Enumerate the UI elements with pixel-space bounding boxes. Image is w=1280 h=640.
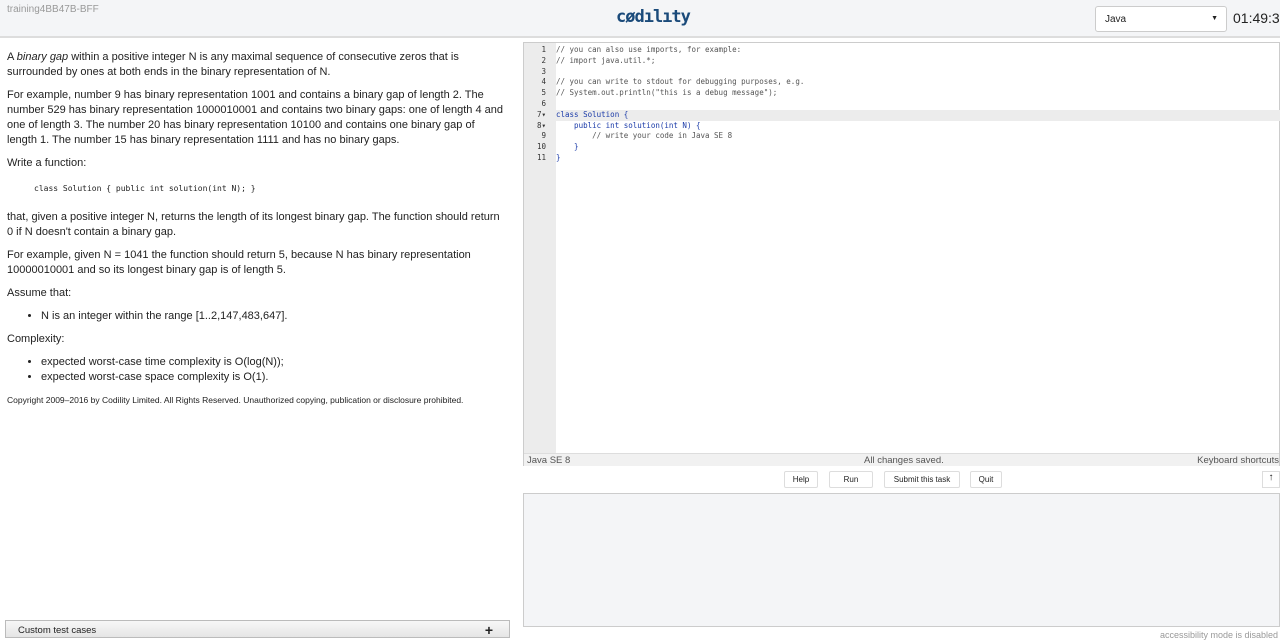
function-signature: class Solution { public int solution(int…: [34, 184, 256, 193]
language-select[interactable]: Java ▼: [1095, 6, 1227, 32]
line-number: 11: [536, 152, 546, 162]
custom-test-cases-panel[interactable]: Custom test cases +: [5, 620, 510, 638]
line-number: 2: [541, 55, 546, 65]
custom-test-cases-label: Custom test cases: [18, 625, 97, 636]
plus-icon[interactable]: +: [485, 622, 493, 638]
paragraph: Complexity:: [7, 333, 65, 345]
line-number: 3: [541, 66, 546, 76]
output-panel: [523, 493, 1280, 627]
line-number: 9: [541, 131, 546, 141]
code-line[interactable]: 7▾ class Solution {: [524, 109, 1280, 121]
header-bar: training4BB47B-BFF cødılıty Java ▼ 01:49:…: [0, 0, 1280, 38]
line-number: 5: [541, 88, 546, 98]
list-item: expected worst-case time complexity is O…: [41, 355, 507, 370]
paragraph: Assume that:: [7, 287, 72, 299]
code-text: // you can write to stdout for debugging…: [556, 77, 805, 87]
code-text: // System.out.println("this is a debug m…: [556, 88, 778, 98]
code-line[interactable]: 2 // import java.util.*;: [524, 56, 1280, 67]
text: A: [7, 51, 17, 63]
line-number: 10: [536, 142, 546, 152]
session-id: training4BB47B-BFF: [7, 4, 99, 15]
codility-logo: cødılıty: [616, 7, 691, 27]
save-status: All changes saved.: [864, 455, 944, 466]
text: within a positive integer N is any maxim…: [7, 51, 459, 78]
run-button[interactable]: Run: [829, 471, 873, 488]
timer: 01:49:32: [1233, 10, 1280, 26]
quit-button[interactable]: Quit: [970, 471, 1002, 488]
paragraph: For example, number 9 has binary represe…: [7, 89, 503, 146]
help-button[interactable]: Help: [784, 471, 818, 488]
line-number: 7▾: [536, 109, 546, 119]
code-line[interactable]: 1 // you can also use imports, for exampl…: [524, 45, 1280, 56]
paragraph: that, given a positive integer N, return…: [7, 211, 500, 238]
code-text: public int solution(int N) {: [556, 120, 701, 130]
copyright: Copyright 2009–2016 by Codility Limited.…: [7, 395, 464, 405]
code-line[interactable]: 4 // you can write to stdout for debuggin…: [524, 77, 1280, 88]
code-text: class Solution {: [556, 109, 629, 119]
paragraph: For example, given N = 1041 the function…: [7, 249, 471, 276]
code-line[interactable]: 11}: [524, 153, 1280, 164]
editor-status-bar: Java SE 8 All changes saved. Keyboard sh…: [524, 453, 1279, 466]
arrow-up-icon[interactable]: ↑: [1262, 471, 1280, 488]
chevron-down-icon: ▼: [1211, 15, 1218, 22]
code-line[interactable]: 10 }: [524, 142, 1280, 153]
language-value: Java: [1105, 14, 1127, 25]
code-editor[interactable]: 1 // you can also use imports, for exampl…: [523, 42, 1280, 466]
list-item: N is an integer within the range [1..2,1…: [41, 309, 507, 324]
accessibility-status: accessibility mode is disabled: [1160, 630, 1279, 640]
line-number: 4: [541, 77, 546, 87]
code-line[interactable]: 3: [524, 67, 1280, 78]
code-line[interactable]: 9 // write your code in Java SE 8: [524, 131, 1280, 142]
list-item: expected worst-case space complexity is …: [41, 370, 507, 385]
line-number: 6: [541, 98, 546, 108]
code-text: // you can also use imports, for example…: [556, 45, 742, 54]
paragraph: Write a function:: [7, 157, 87, 169]
line-number: 1: [541, 45, 546, 54]
term: binary gap: [16, 51, 69, 63]
code-text: // import java.util.*;: [556, 55, 656, 65]
code-text: }: [556, 152, 561, 162]
language-version: Java SE 8: [527, 455, 571, 466]
line-number: 8▾: [536, 120, 546, 130]
code-line[interactable]: 5 // System.out.println("this is a debug …: [524, 88, 1280, 99]
task-description: A binary gap within a positive integer N…: [7, 50, 507, 416]
submit-button[interactable]: Submit this task: [884, 471, 960, 488]
code-text: // write your code in Java SE 8: [556, 131, 733, 141]
code-text: }: [556, 142, 579, 152]
code-line[interactable]: 8▾ public int solution(int N) {: [524, 121, 1280, 132]
keyboard-shortcuts-link[interactable]: Keyboard shortcuts: [1197, 455, 1279, 466]
code-line[interactable]: 6: [524, 99, 1280, 110]
